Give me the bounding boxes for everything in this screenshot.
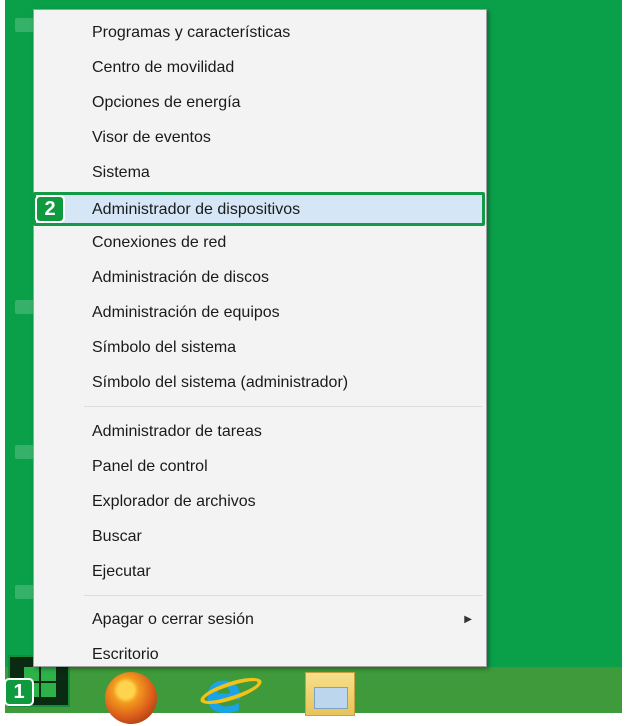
annotation-badge-1: 1 (4, 678, 34, 706)
menu-item-simbolo-sistema[interactable]: Símbolo del sistema (36, 331, 484, 364)
menu-item-tareas[interactable]: Administrador de tareas (36, 415, 484, 448)
file-explorer-icon[interactable] (305, 672, 355, 716)
firefox-icon[interactable] (105, 672, 157, 724)
menu-separator (84, 595, 482, 596)
menu-item-movilidad[interactable]: Centro de movilidad (36, 51, 484, 84)
menu-item-buscar[interactable]: Buscar (36, 520, 484, 553)
menu-item-conexiones-red[interactable]: Conexiones de red (36, 226, 484, 259)
menu-item-energia[interactable]: Opciones de energía (36, 86, 484, 119)
menu-item-sistema[interactable]: Sistema (36, 156, 484, 189)
submenu-arrow-icon: ▶ (464, 614, 472, 625)
menu-separator (84, 406, 482, 407)
annotation-highlight-box (33, 192, 485, 226)
menu-item-simbolo-sistema-admin[interactable]: Símbolo del sistema (administrador) (36, 366, 484, 399)
menu-item-escritorio[interactable]: Escritorio (36, 638, 484, 671)
internet-explorer-icon[interactable]: e (197, 666, 265, 722)
menu-item-apagar-label: Apagar o cerrar sesión (92, 611, 254, 628)
menu-item-equipos[interactable]: Administración de equipos (36, 296, 484, 329)
annotation-badge-2: 2 (35, 195, 65, 223)
power-user-menu: Programas y características Centro de mo… (33, 9, 487, 667)
menu-item-discos[interactable]: Administración de discos (36, 261, 484, 294)
menu-item-panel-control[interactable]: Panel de control (36, 450, 484, 483)
menu-item-ejecutar[interactable]: Ejecutar (36, 555, 484, 588)
menu-item-visor-eventos[interactable]: Visor de eventos (36, 121, 484, 154)
menu-item-apagar[interactable]: Apagar o cerrar sesión ▶ (36, 603, 484, 636)
menu-item-programas[interactable]: Programas y características (36, 16, 484, 49)
menu-item-explorador[interactable]: Explorador de archivos (36, 485, 484, 518)
